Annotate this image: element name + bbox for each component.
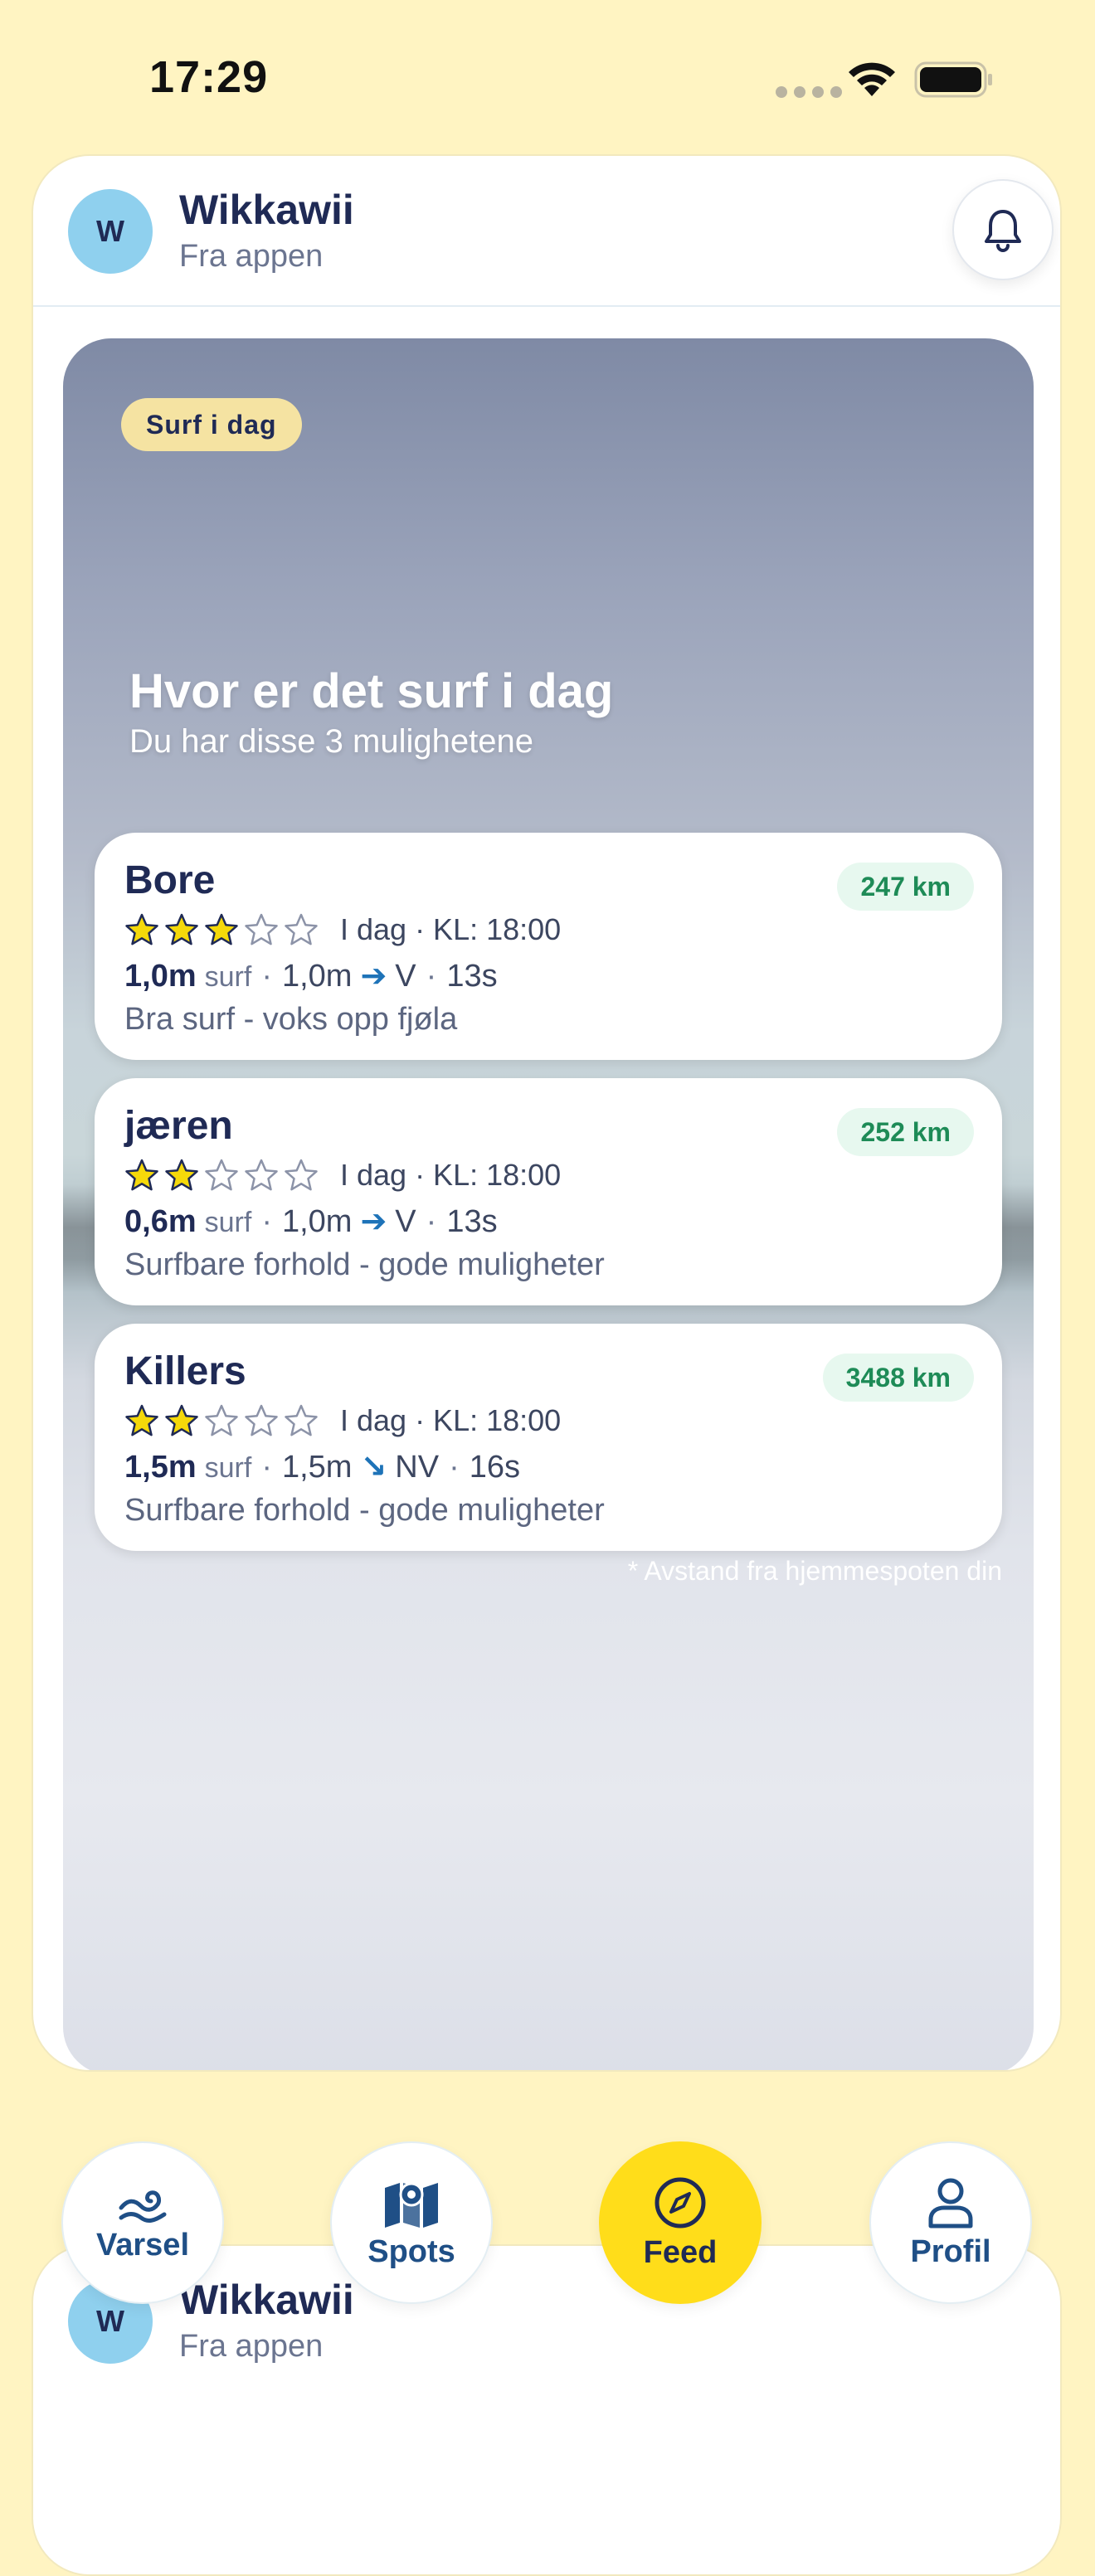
post-source: Fra appen [179, 239, 324, 274]
rating-row: I dag · KL: 18:00 [124, 1403, 561, 1438]
avatar[interactable]: W [68, 189, 153, 274]
star-filled-icon [125, 1159, 158, 1191]
rating-row: I dag · KL: 18:00 [124, 1158, 561, 1193]
post-header: W Wikkawii Fra appen [33, 156, 1060, 307]
distance-badge: 247 km [837, 863, 974, 911]
tab-label: Profil [910, 2233, 991, 2269]
surf-label: surf [204, 1207, 252, 1238]
rating-row: I dag · KL: 18:00 [124, 912, 561, 947]
hero-title: Hvor er det surf i dag [129, 664, 614, 718]
separator: · [449, 1450, 460, 1485]
notifications-button[interactable] [952, 179, 1054, 280]
surf-height: 0,6m [124, 1204, 197, 1239]
surf-details: 0,6m surf · 1,0m ➔ V · 13s [124, 1203, 498, 1240]
author-name[interactable]: Wikkawii [179, 186, 354, 234]
separator: · [426, 959, 437, 994]
swell-period: 13s [446, 1204, 498, 1239]
surf-label: surf [204, 1452, 252, 1484]
post-source: Fra appen [179, 2329, 324, 2364]
distance-badge: 3488 km [822, 1354, 974, 1402]
spot-card[interactable]: Bore 247 km I dag · KL: 18:00 1,0m surf … [95, 833, 1002, 1060]
spot-card[interactable]: Killers 3488 km I dag · KL: 18:00 1,5m s… [95, 1324, 1002, 1551]
spot-description: Surfbare forhold - gode muligheter [124, 1247, 605, 1282]
map-pin-icon [385, 2182, 438, 2228]
separator: · [261, 1204, 272, 1239]
wave-icon [119, 2190, 167, 2223]
spot-name: jæren [124, 1104, 233, 1148]
battery-icon [914, 61, 992, 98]
arrow-right-icon: ➔ [360, 1204, 387, 1239]
star-filled-icon [125, 1404, 158, 1436]
wifi-icon [849, 62, 895, 96]
spot-name: Bore [124, 858, 216, 902]
tab-label: Feed [643, 2234, 718, 2270]
star-filled-icon [125, 913, 158, 945]
bottom-tab-bar: Varsel Spots Feed Profil [0, 2141, 1095, 2307]
tab-varsel[interactable]: Varsel [61, 2141, 224, 2304]
surf-today-hero[interactable]: Surf i dag Hvor er det surf i dag Du har… [63, 338, 1034, 2070]
feed-post-card: W Wikkawii Fra appen Surf i dag Hvor er … [32, 154, 1062, 2072]
spot-card[interactable]: jæren 252 km I dag · KL: 18:00 0,6m surf… [95, 1078, 1002, 1305]
separator: · [261, 1450, 272, 1485]
star-empty-icon [245, 1159, 278, 1191]
spot-name: Killers [124, 1349, 246, 1393]
surf-height: 1,5m [124, 1450, 197, 1485]
cellular-signal-icon [776, 86, 842, 98]
star-empty-icon [245, 1404, 278, 1436]
surf-height: 1,0m [124, 959, 197, 994]
tab-profil[interactable]: Profil [869, 2141, 1032, 2304]
star-filled-icon [165, 1404, 198, 1436]
wind-direction: V [395, 959, 416, 994]
swell-height: 1,0m [281, 1204, 353, 1239]
star-filled-icon [165, 913, 198, 945]
surf-label: surf [204, 961, 252, 993]
forecast-time: I dag · KL: 18:00 [340, 1403, 562, 1437]
tab-feed[interactable]: Feed [599, 2141, 762, 2304]
surf-details: 1,0m surf · 1,0m ➔ V · 13s [124, 957, 498, 994]
compass-icon [655, 2177, 706, 2228]
user-icon [928, 2178, 973, 2228]
swell-period: 13s [446, 959, 498, 994]
distance-badge: 252 km [837, 1108, 974, 1156]
wind-direction: V [395, 1204, 416, 1239]
surf-details: 1,5m surf · 1,5m ↘ NV · 16s [124, 1448, 520, 1485]
forecast-time: I dag · KL: 18:00 [340, 912, 562, 946]
arrow-right-icon: ➔ [360, 959, 387, 994]
star-rating [124, 1158, 319, 1193]
status-bar: 17:29 [0, 0, 1095, 158]
star-empty-icon [285, 913, 318, 945]
star-empty-icon [245, 913, 278, 945]
wind-direction: NV [395, 1450, 440, 1485]
tab-label: Varsel [96, 2227, 189, 2263]
spot-description: Surfbare forhold - gode muligheter [124, 1493, 605, 1528]
hero-subtitle: Du har disse 3 mulighetene [129, 723, 533, 760]
forecast-time: I dag · KL: 18:00 [340, 1158, 562, 1192]
separator: · [261, 959, 272, 994]
star-filled-icon [165, 1159, 198, 1191]
status-time: 17:29 [149, 52, 269, 102]
separator: · [426, 1204, 437, 1239]
surf-today-badge: Surf i dag [121, 398, 302, 451]
tab-spots[interactable]: Spots [330, 2141, 493, 2304]
spot-description: Bra surf - voks opp fjøla [124, 1002, 458, 1037]
tab-label: Spots [367, 2233, 455, 2269]
star-filled-icon [205, 913, 238, 945]
swell-period: 16s [469, 1450, 521, 1485]
star-empty-icon [285, 1159, 318, 1191]
star-empty-icon [285, 1404, 318, 1436]
star-rating [124, 1403, 319, 1438]
star-rating [124, 912, 319, 947]
arrow-down-right-icon: ↘ [360, 1450, 387, 1485]
bell-icon [985, 210, 1021, 252]
star-empty-icon [205, 1159, 238, 1191]
distance-footnote: * Avstand fra hjemmespoten din [627, 1556, 1002, 1586]
swell-height: 1,0m [281, 959, 353, 994]
star-empty-icon [205, 1404, 238, 1436]
swell-height: 1,5m [281, 1450, 353, 1485]
